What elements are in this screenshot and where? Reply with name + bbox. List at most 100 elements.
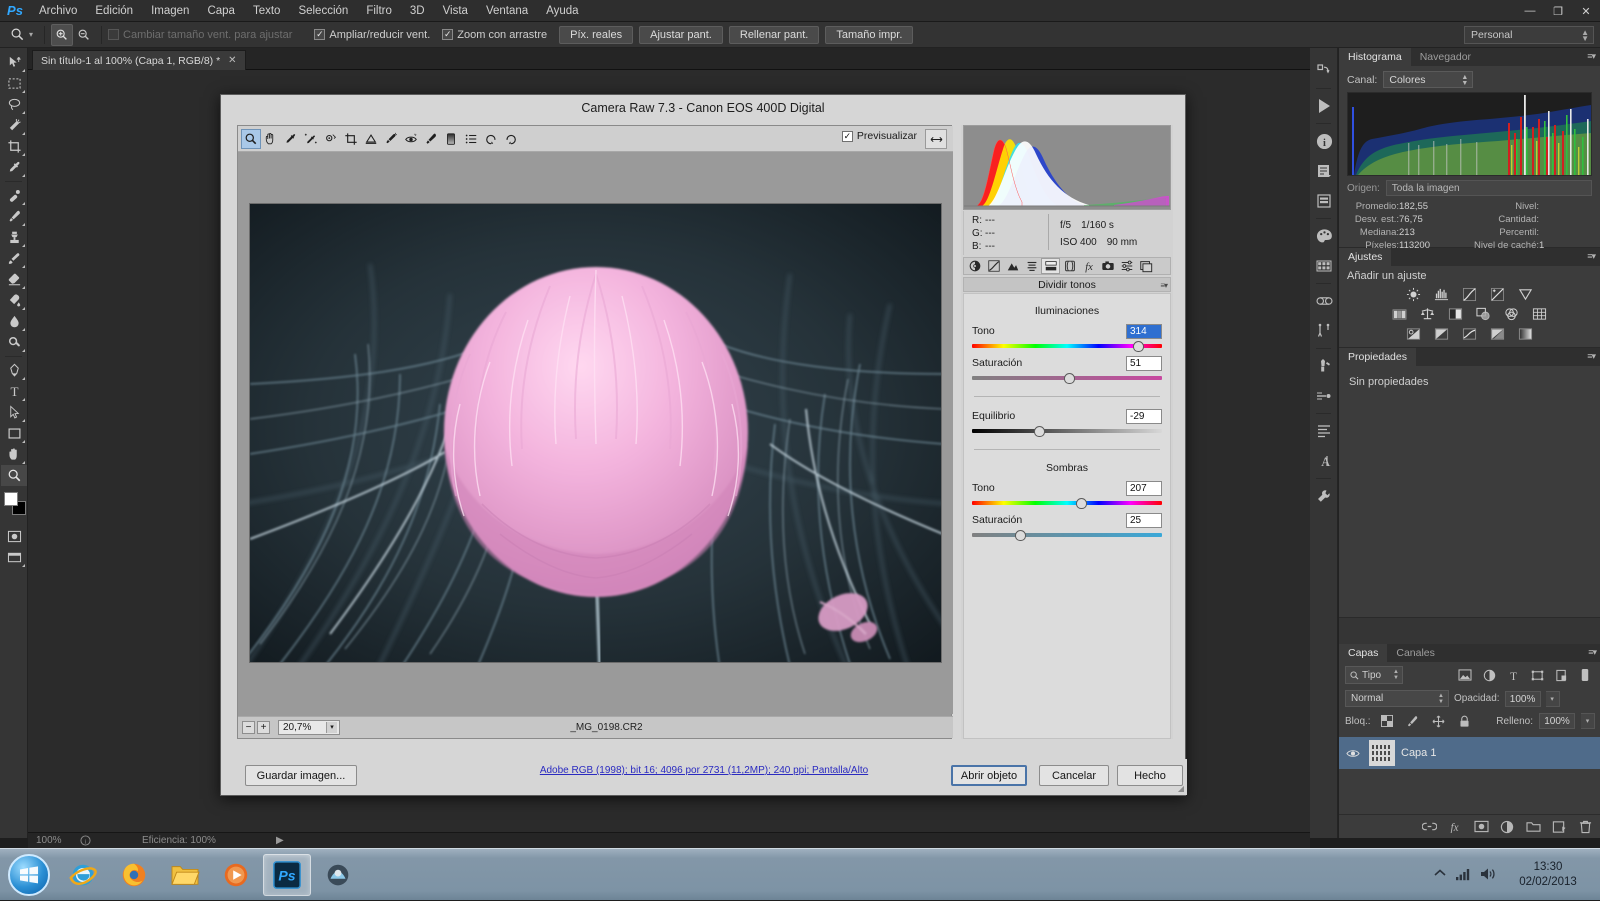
crop-tool[interactable] <box>1 136 27 157</box>
show-hidden-icons-icon[interactable] <box>1434 869 1446 881</box>
menu-3d[interactable]: 3D <box>401 0 434 22</box>
menu-edicion[interactable]: Edición <box>86 0 142 22</box>
vibrance-icon[interactable] <box>1516 286 1535 302</box>
zoom-in-button-cr[interactable]: + <box>257 721 270 734</box>
print-size-button[interactable]: Tamaño impr. <box>825 25 914 44</box>
styles-icon[interactable] <box>1310 286 1338 316</box>
zoom-in-button[interactable] <box>51 23 74 46</box>
layer-thumbnail[interactable] <box>1369 740 1395 766</box>
menu-archivo[interactable]: Archivo <box>30 0 86 22</box>
camera-raw-image-wrapper[interactable] <box>238 152 953 714</box>
opacity-chevron-icon[interactable]: ▾ <box>1545 690 1560 707</box>
shadows-hue-knob[interactable] <box>1076 498 1088 509</box>
fill-value[interactable]: 100% <box>1539 713 1575 729</box>
camera-calibration-panel-icon[interactable] <box>1098 258 1117 274</box>
white-balance-tool-icon[interactable] <box>281 129 301 149</box>
zoom-resize-checkbox[interactable]: ✓ Ampliar/reducir vent. <box>314 29 430 41</box>
color-icon[interactable] <box>1310 221 1338 251</box>
exposure-icon[interactable] <box>1488 286 1507 302</box>
quick-mask-toggle[interactable] <box>1 526 27 547</box>
preview-checkbox-box[interactable]: ✓ <box>841 130 853 142</box>
highlights-saturation-slider[interactable] <box>972 373 1162 384</box>
shadows-saturation-knob[interactable] <box>1015 530 1027 541</box>
lock-transparency-icon[interactable] <box>1377 712 1397 730</box>
highlights-hue-knob[interactable] <box>1132 341 1144 352</box>
blend-mode-select[interactable]: Normal ▲ ▼ <box>1345 690 1449 707</box>
taskbar-firefox-icon[interactable] <box>110 854 158 896</box>
posterize-icon[interactable] <box>1432 326 1451 342</box>
eraser-tool[interactable] <box>1 269 27 290</box>
spot-removal-tool-icon[interactable] <box>381 129 401 149</box>
menu-vista[interactable]: Vista <box>434 0 477 22</box>
cancel-button-cr[interactable]: Cancelar <box>1039 765 1109 786</box>
zoom-resize-checkbox-box[interactable]: ✓ <box>314 29 326 40</box>
new-layer-icon[interactable] <box>1551 819 1567 835</box>
new-group-icon[interactable] <box>1525 819 1541 835</box>
shadows-saturation-value[interactable]: 25 <box>1126 513 1162 528</box>
lasso-tool[interactable] <box>1 94 27 115</box>
filter-type-layers-icon[interactable]: T <box>1503 666 1523 684</box>
tab-navegador[interactable]: Navegador <box>1411 48 1480 66</box>
brush-presets-icon[interactable] <box>1310 351 1338 381</box>
color-lookup-icon[interactable] <box>1530 306 1549 322</box>
filter-shape-layers-icon[interactable] <box>1527 666 1547 684</box>
history-icon[interactable] <box>1310 186 1338 216</box>
eyedropper-tool[interactable] <box>1 157 27 178</box>
tab-propiedades[interactable]: Propiedades <box>1339 348 1416 366</box>
taskbar-raw-app-icon[interactable] <box>314 854 362 896</box>
dodge-tool[interactable] <box>1 332 27 353</box>
color-balance-icon[interactable] <box>1418 306 1437 322</box>
magic-wand-tool[interactable] <box>1 115 27 136</box>
basic-panel-icon[interactable] <box>965 258 984 274</box>
shape-tool[interactable] <box>1 423 27 444</box>
opacity-value[interactable]: 100% <box>1504 690 1541 707</box>
photo-filter-icon[interactable] <box>1474 306 1493 322</box>
filter-adjustment-layers-icon[interactable] <box>1479 666 1499 684</box>
layer-filter-type-select[interactable]: Tipo ▲ ▼ <box>1345 666 1403 684</box>
foreground-background-colors[interactable] <box>0 490 28 520</box>
rotate-left-icon[interactable] <box>481 129 501 149</box>
shadows-saturation-slider[interactable] <box>972 530 1162 541</box>
start-orb-icon[interactable] <box>8 853 50 896</box>
menu-capa[interactable]: Capa <box>198 0 244 22</box>
path-selection-tool[interactable] <box>1 402 27 423</box>
tab-canales[interactable]: Canales <box>1387 644 1444 662</box>
status-zoom-level[interactable]: 100% <box>36 835 80 846</box>
document-tab-close-icon[interactable]: ✕ <box>228 55 236 66</box>
minimize-button[interactable]: — <box>1516 0 1544 22</box>
adjustments-panel-menu-icon[interactable]: ≡▾ <box>1587 251 1596 262</box>
layer-mask-icon[interactable] <box>1473 819 1489 835</box>
brightness-contrast-icon[interactable] <box>1404 286 1423 302</box>
lock-position-icon[interactable] <box>1429 712 1449 730</box>
presets-panel-icon[interactable] <box>1117 258 1136 274</box>
clone-source-icon[interactable] <box>1310 381 1338 411</box>
shadows-hue-slider[interactable] <box>972 498 1162 509</box>
character-icon[interactable]: A <box>1310 446 1338 476</box>
close-button[interactable]: ✕ <box>1572 0 1600 22</box>
tool-preset-chevron-icon[interactable]: ▾ <box>29 30 33 39</box>
snapshots-panel-icon[interactable] <box>1136 258 1155 274</box>
dialog-resize-grip-icon[interactable]: ◢ <box>1178 784 1184 793</box>
taskbar-clock[interactable]: 13:30 02/02/2013 <box>1506 860 1590 890</box>
save-image-button[interactable]: Guardar imagen... <box>245 765 357 786</box>
workspace-selector[interactable]: Personal ▲ ▼ <box>1464 26 1594 44</box>
zoom-level-selector[interactable]: 20,7% ▾ <box>278 720 340 735</box>
zoom-out-button[interactable] <box>73 24 95 46</box>
open-object-button[interactable]: Abrir objeto <box>951 765 1027 786</box>
document-tab[interactable]: Sin título-1 al 100% (Capa 1, RGB/8) * ✕ <box>32 50 246 70</box>
highlights-saturation-value[interactable]: 51 <box>1126 356 1162 371</box>
presets-tool-icon[interactable] <box>461 129 481 149</box>
highlights-saturation-knob[interactable] <box>1063 373 1075 384</box>
balance-knob[interactable] <box>1034 426 1046 437</box>
camera-raw-photo[interactable] <box>249 203 942 663</box>
screen-mode-toggle[interactable] <box>1 547 27 568</box>
swatches-icon[interactable] <box>1310 251 1338 281</box>
layer-list-item[interactable]: Capa 1 <box>1339 737 1600 769</box>
properties-panel-menu-icon[interactable]: ≡▾ <box>1587 351 1596 362</box>
tab-capas[interactable]: Capas <box>1339 644 1388 662</box>
layer-style-icon[interactable]: fx <box>1447 819 1463 835</box>
scrubby-zoom-checkbox-box[interactable]: ✓ <box>442 29 454 40</box>
channel-mixer-icon[interactable] <box>1502 306 1521 322</box>
volume-icon[interactable] <box>1480 867 1497 884</box>
lock-image-pixels-icon[interactable] <box>1403 712 1423 730</box>
